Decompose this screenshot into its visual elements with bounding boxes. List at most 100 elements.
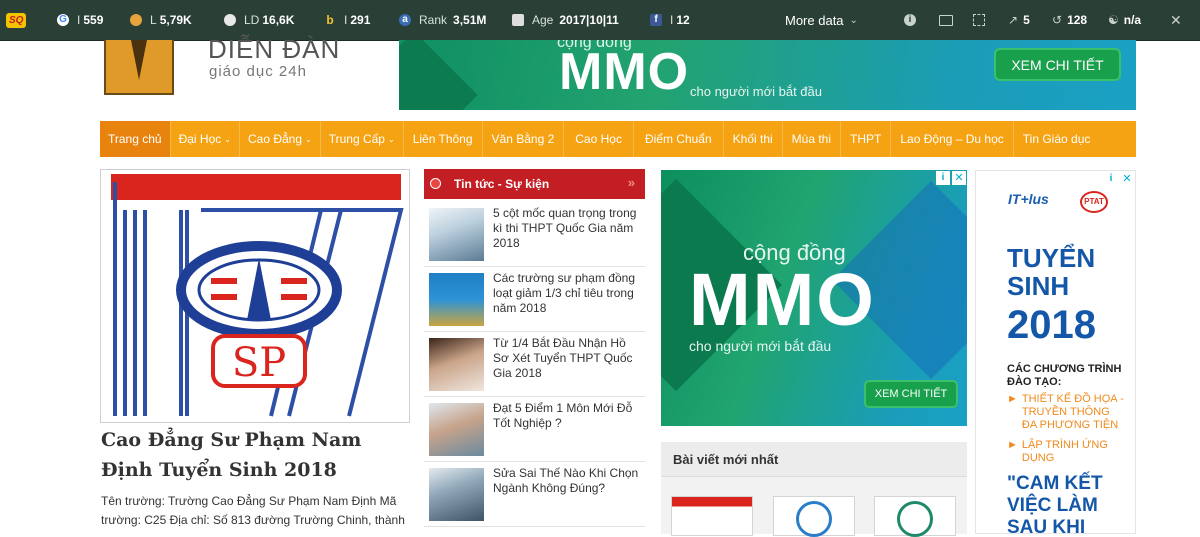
robot-icon: ☯ [1108, 13, 1119, 27]
nav-van-bang-2[interactable]: Văn Bằng 2 [483, 121, 565, 157]
external-links[interactable]: ↗ 5 [1008, 0, 1030, 40]
nav-lao-dong-du-hoc[interactable]: Lao Động – Du học [891, 121, 1014, 157]
close-toolbar-button[interactable]: ✕ [1170, 0, 1182, 40]
calendar-icon [512, 14, 524, 26]
news-heading: Tin tức - Sự kiện [454, 177, 550, 191]
featured-excerpt: Tên trường: Trường Cao Đẳng Sư Phạm Nam … [101, 494, 405, 527]
nav-lien-thong[interactable]: Liên Thông [404, 121, 483, 157]
expand-button[interactable] [973, 0, 985, 40]
latest-posts-header: Bài viết mới nhất [661, 442, 967, 477]
arrow-icon: ► [1007, 439, 1018, 451]
close-ad-icon[interactable]: ✕ [952, 171, 966, 185]
ad-year: 2018 [1007, 303, 1096, 347]
nav-cao-hoc[interactable]: Cao Học [564, 121, 634, 157]
news-item[interactable]: Đạt 5 Điểm 1 Môn Mới Đỗ Tốt Nghiệp ? [424, 396, 645, 462]
toolbar-google-index[interactable]: G I 559 [57, 0, 103, 40]
ad-headline: SINH [1007, 271, 1070, 301]
nav-thpt[interactable]: THPT [841, 121, 892, 157]
banner-cta-button[interactable]: XEM CHI TIẾT [994, 48, 1121, 81]
college-logo-image: SP [111, 174, 404, 417]
ad-cta-button[interactable]: XEM CHI TIẾT [864, 380, 958, 408]
ad-brand-itplus: IT+lus [1008, 191, 1049, 207]
nav-mua-thi[interactable]: Mùa thi [783, 121, 842, 157]
toolbar-age[interactable]: Age 2017|10|11 [512, 0, 619, 40]
bing-icon: b [326, 13, 334, 27]
news-thumbnail [429, 208, 484, 261]
nav-khoi-thi[interactable]: Khối thi [724, 121, 783, 157]
google-icon: G [57, 14, 69, 26]
top-banner-ad[interactable]: cộng đồng MMO cho người mới bắt đầu XEM … [399, 40, 1136, 110]
close-icon: ✕ [1170, 11, 1182, 28]
info-icon: i [904, 14, 916, 26]
ad-headline: TUYỂN [1007, 243, 1096, 273]
news-item[interactable]: Từ 1/4 Bắt Đầu Nhận Hồ Sơ Xét Tuyển THPT… [424, 331, 645, 397]
adchoices-icon: i [936, 171, 950, 185]
news-title[interactable]: Đạt 5 Điểm 1 Môn Mới Đỗ Tốt Nghiệp ? [493, 401, 641, 431]
seo-toolbar: SQ G I 559 L 5,79K LD 16,6K b I 291 a Rank 3,… [0, 0, 1200, 41]
middle-ad[interactable]: cộng đồng MMO cho người mới bắt đầu XEM … [661, 170, 967, 426]
bullet-icon [430, 178, 441, 189]
toolbar-links[interactable]: L 5,79K [130, 0, 192, 40]
news-thumbnail [429, 338, 484, 391]
news-column: Tin tức - Sự kiện » 5 cột mốc quan trọng… [424, 169, 645, 534]
expand-icon [973, 14, 985, 26]
news-thumbnail [429, 273, 484, 326]
chevron-down-icon: ⌄ [849, 14, 858, 26]
latest-post-thumbnail[interactable] [671, 496, 753, 536]
news-thumbnail [429, 403, 484, 456]
logo-title: DIỄN ĐÀN [208, 34, 341, 64]
site-logo[interactable]: DIỄN ĐÀN giáo dục 24h [100, 34, 390, 98]
logo-subtitle: giáo dục 24h [209, 63, 307, 80]
link-icon [130, 14, 142, 26]
ad-choices[interactable]: i ✕ [936, 171, 966, 185]
news-title[interactable]: Sửa Sai Thế Nào Khi Chọn Ngành Không Đún… [493, 466, 641, 496]
external-links-icon: ↗ [1008, 13, 1019, 27]
news-item[interactable]: Các trường sư phạm đồng loạt giảm 1/3 ch… [424, 266, 645, 332]
toolbar-alexa-rank[interactable]: a Rank 3,51M [399, 0, 486, 40]
featured-title[interactable]: Cao Đẳng Sư Phạm Nam Định Tuyển Sinh 201… [101, 425, 401, 485]
news-item[interactable]: Sửa Sai Thế Nào Khi Chọn Ngành Không Đún… [424, 461, 645, 527]
toolbar-logo[interactable]: SQ [6, 0, 27, 40]
chevron-down-icon: ⌄ [305, 134, 312, 144]
nav-dai-hoc[interactable]: Đại Học ⌄ [171, 121, 240, 157]
internal-links-icon: ↺ [1052, 13, 1063, 27]
alexa-icon: a [399, 14, 411, 26]
more-data-button[interactable]: More data ⌄ [785, 0, 858, 40]
info-button[interactable]: i [904, 0, 916, 40]
chevron-down-icon: ⌄ [224, 134, 231, 144]
banner-big-text: MMO [559, 43, 690, 101]
news-header: Tin tức - Sự kiện » [424, 169, 645, 199]
latest-post-thumbnail[interactable] [874, 496, 956, 537]
news-title[interactable]: Các trường sư phạm đồng loạt giảm 1/3 ch… [493, 271, 641, 316]
facebook-icon: f [650, 14, 662, 26]
double-chevron-right-icon: » [627, 175, 635, 190]
banner-shape [399, 40, 478, 110]
internal-links[interactable]: ↺ 128 [1052, 0, 1087, 40]
right-sidebar-ad[interactable]: IT+lus PTAT i ✕ TUYỂN SINH 2018 CÁC CHƯƠ… [975, 170, 1136, 534]
news-item[interactable]: 5 cột mốc quan trọng trong kì thi THPT Q… [424, 201, 645, 267]
monitor-icon [939, 14, 953, 26]
ad-brand-ptat: PTAT [1080, 191, 1108, 213]
nav-diem-chuan[interactable]: Điểm Chuẩn [634, 121, 724, 157]
nav-trung-cap[interactable]: Trung Cấp ⌄ [321, 121, 404, 157]
nav-cao-dang[interactable]: Cao Đẳng ⌄ [240, 121, 321, 157]
news-title[interactable]: Từ 1/4 Bắt Đầu Nhận Hồ Sơ Xét Tuyển THPT… [493, 336, 641, 381]
toolbar-facebook[interactable]: f I 12 [650, 0, 690, 40]
adchoices-icon: i [1104, 172, 1118, 186]
link-domain-icon [224, 14, 236, 26]
ad-program: ► THIẾT KẾ ĐỒ HỌA - TRUYỀN THÔNG ĐA PHƯƠN… [1007, 393, 1124, 431]
ad-choices[interactable]: i ✕ [1104, 172, 1134, 186]
arrow-icon: ► [1007, 393, 1018, 405]
monitor-button[interactable] [939, 0, 953, 40]
news-title[interactable]: 5 cột mốc quan trọng trong kì thi THPT Q… [493, 206, 641, 251]
nav-tin-giao-duc[interactable]: Tin Giáo dục [1014, 121, 1100, 157]
nav-home[interactable]: Trang chủ [100, 121, 171, 157]
robots-status[interactable]: ☯ n/a [1108, 0, 1141, 40]
ad-big-text: MMO [689, 258, 876, 341]
featured-image[interactable]: SP [100, 169, 410, 423]
main-nav: Trang chủ Đại Học ⌄ Cao Đẳng ⌄ Trung Cấp ⌄ … [100, 121, 1136, 157]
ad-commit-text: "CAM KẾT VIỆC LÀM SAU KHI [1007, 473, 1103, 534]
chevron-down-icon: ⌄ [387, 134, 395, 144]
close-ad-icon[interactable]: ✕ [1120, 172, 1134, 186]
latest-post-thumbnail[interactable] [773, 496, 855, 537]
